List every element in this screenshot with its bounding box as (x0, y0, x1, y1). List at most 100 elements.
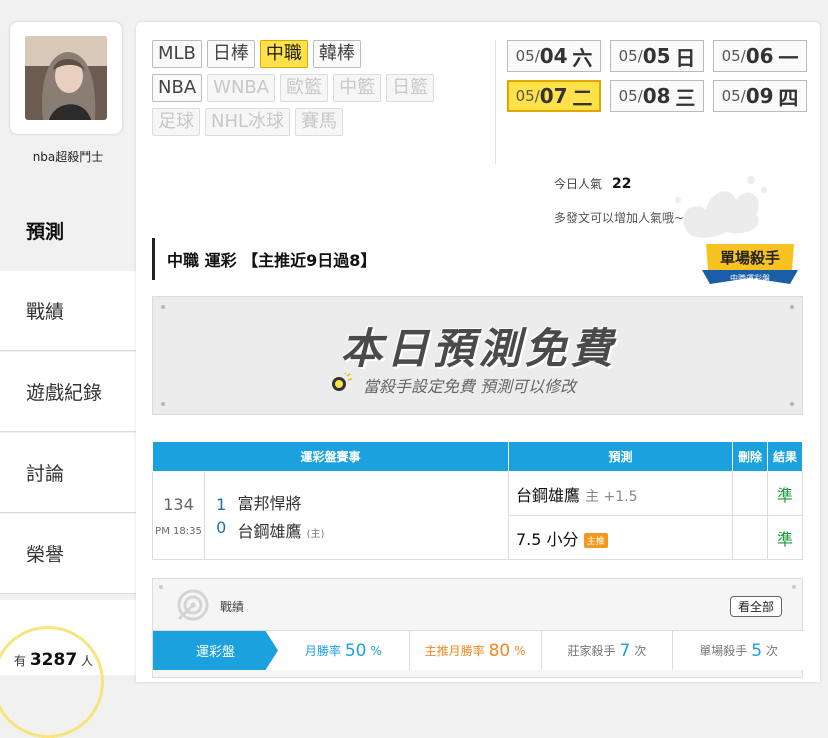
nav-honors[interactable]: 榮譽 (0, 514, 136, 594)
league-kbo[interactable]: 韓棒 (312, 40, 361, 68)
corner-dot (790, 402, 794, 406)
date-day: 08 (642, 84, 671, 108)
result-cell: 準 (767, 515, 803, 560)
header-prediction: 預測 (508, 441, 733, 472)
league-mlb[interactable]: MLB (152, 40, 202, 68)
date-weekday: 四 (778, 85, 799, 110)
result-cell: 準 (767, 471, 803, 516)
pct-sign: % (370, 643, 382, 658)
delete-cell (732, 515, 768, 560)
date-prefix: 05/ (515, 87, 540, 105)
game-table: 運彩盤賽事 預測 刪除 結果 134 PM 18:35 1 0 富邦悍將 台鋼雄… (152, 441, 803, 560)
prediction-cell: 7.5 小分 主推 (508, 515, 733, 560)
main-label: 主推月勝率 (424, 644, 485, 658)
league-nhl: NHL冰球 (205, 108, 291, 136)
popularity-count: 3287 (29, 650, 78, 670)
nav-discussion[interactable]: 討論 (0, 433, 136, 513)
league-nba[interactable]: NBA (152, 74, 203, 102)
date-0508[interactable]: 05/08 三 (610, 80, 704, 112)
prediction-cell: 台鋼雄鷹 主 +1.5 (508, 471, 733, 516)
delete-cell (732, 471, 768, 516)
date-0509[interactable]: 05/09 四 (713, 80, 807, 112)
sidebar: nba超殺鬥士 預測 戰績 遊戲紀錄 討論 榮譽 有 3287 人 (0, 0, 136, 738)
corner-dot (161, 402, 165, 406)
game-id-cell: 134 PM 18:35 (152, 471, 205, 560)
popularity-prefix: 有 (14, 654, 27, 668)
game-id: 134 (163, 494, 194, 514)
popularity-widget: 有 3287 人 (0, 600, 136, 738)
record-panel: 戰績 看全部 運彩盤 月勝率 50 % 主推月勝率 80 % 莊家殺手 7 次 … (152, 578, 804, 678)
nav-record[interactable]: 戰績 (0, 271, 136, 351)
main-value: 80 (488, 640, 511, 661)
date-prefix: 05/ (618, 47, 643, 65)
corner-dot (161, 305, 165, 309)
date-weekday: 三 (675, 85, 696, 110)
username: nba超殺鬥士 (32, 150, 104, 164)
badge-main-text: 單場殺手 (720, 249, 780, 267)
nav-game-log[interactable]: 遊戲紀錄 (0, 352, 136, 432)
league-jpn-baseball[interactable]: 日棒 (206, 40, 255, 68)
nav-prediction[interactable]: 預測 (0, 190, 136, 270)
target-icon (177, 589, 209, 621)
prediction-extra: 主 +1.5 (585, 488, 638, 505)
prediction-pick: 7.5 小分 (516, 529, 579, 549)
league-horse-racing: 賽馬 (295, 108, 344, 136)
see-all-button[interactable]: 看全部 (729, 596, 782, 617)
date-weekday: 六 (572, 45, 593, 70)
monthly-label: 月勝率 (304, 644, 341, 658)
league-wnba: WNBA (207, 74, 276, 102)
league-cba: 中籃 (333, 74, 382, 102)
league-euro-basketball: 歐籃 (280, 74, 329, 102)
today-popularity: 今日人氣 22 (554, 175, 632, 192)
popularity-suffix: 人 (81, 654, 94, 668)
date-day: 07 (539, 84, 568, 108)
nav-label: 討論 (26, 463, 65, 485)
header-result: 結果 (767, 441, 803, 472)
away-score: 1 (216, 494, 227, 514)
popularity-text: 有 3287 人 (14, 650, 93, 670)
single-label: 單場殺手 (699, 644, 748, 658)
league-filter: MLB 日棒 中職 韓棒 NBA WNBA 歐籃 中籃 日籃 足球 NHL冰球 … (152, 40, 492, 142)
single-killer: 單場殺手 5 次 (673, 631, 804, 670)
profile-card[interactable] (10, 22, 122, 134)
league-cpbl[interactable]: 中職 (259, 40, 308, 68)
date-day: 04 (539, 44, 568, 68)
league-row: NBA WNBA 歐籃 中籃 日籃 (152, 74, 492, 102)
date-day: 05 (642, 44, 671, 68)
record-title: 戰績 (220, 600, 245, 614)
free-banner-subtitle: 當殺手設定免費 預測可以修改 (363, 377, 577, 396)
away-team: 富邦悍將 (237, 493, 302, 513)
pct-sign: % (514, 643, 526, 658)
date-row: 05/04 六 05/05 日 05/06 一 (507, 40, 807, 72)
date-picker: 05/04 六 05/05 日 05/06 一 05/07 二 05/08 三 … (507, 40, 807, 120)
date-0507[interactable]: 05/07 二 (507, 80, 601, 112)
single-killer-badge-icon: 單場殺手 中職運彩盤 (702, 244, 798, 284)
prediction-pick: 台鋼雄鷹 (516, 485, 581, 505)
record-tab-sportslottery[interactable]: 運彩盤 (153, 631, 278, 670)
main-monthly-winrate: 主推月勝率 80 % (410, 631, 542, 670)
times-unit: 次 (634, 644, 647, 658)
header-delete: 刪除 (732, 441, 768, 472)
league-jpn-basketball: 日籃 (386, 74, 435, 102)
date-weekday: 一 (778, 45, 799, 70)
avatar[interactable] (25, 36, 107, 120)
date-0505[interactable]: 05/05 日 (610, 40, 704, 72)
nav-label: 遊戲紀錄 (26, 382, 103, 404)
banker-value: 7 (619, 640, 631, 661)
date-day: 06 (745, 44, 774, 68)
team-cell: 富邦悍將 台鋼雄鷹 (主) (237, 471, 509, 560)
corner-dot (159, 585, 163, 589)
free-prediction-banner: 本日預測免費 當殺手設定免費 預測可以修改 (152, 296, 803, 415)
popularity-label: 今日人氣 (554, 177, 603, 191)
date-0504[interactable]: 05/04 六 (507, 40, 601, 72)
date-day: 09 (745, 84, 774, 108)
date-0506[interactable]: 05/06 一 (713, 40, 807, 72)
home-team: 台鋼雄鷹 (237, 521, 302, 541)
corner-dot (790, 305, 794, 309)
main-panel: MLB 日棒 中職 韓棒 NBA WNBA 歐籃 中籃 日籃 足球 NHL冰球 … (136, 22, 820, 682)
popularity-ring (0, 626, 104, 738)
monthly-winrate: 月勝率 50 % (278, 631, 410, 670)
date-prefix: 05/ (618, 87, 643, 105)
section-title: 中職 運彩 【主推近9日過8】 (152, 238, 712, 280)
nav-label: 榮譽 (26, 544, 65, 566)
